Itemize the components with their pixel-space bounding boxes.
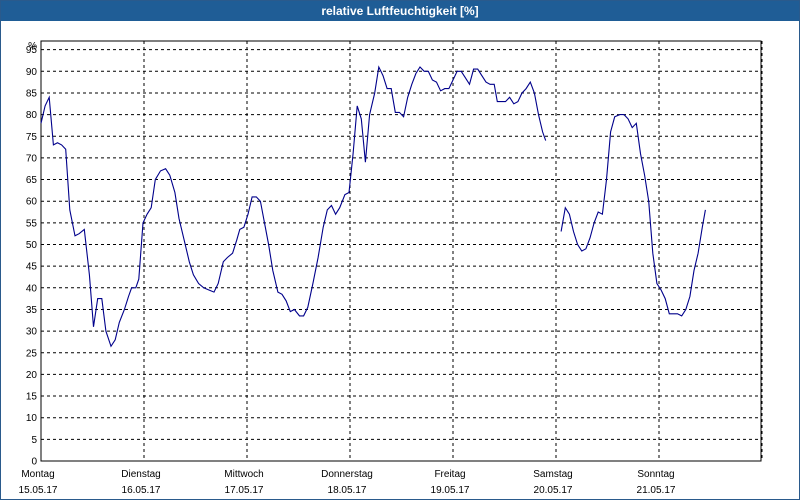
grid [41, 41, 763, 461]
x-tick-date: 15.05.17 [19, 485, 58, 496]
y-tick-label: 55 [26, 218, 38, 229]
y-tick-label: 35 [26, 305, 38, 316]
x-tick-day: Sonntag [637, 469, 674, 480]
x-tick-day: Mittwoch [224, 469, 263, 480]
y-tick-label: 50 [26, 240, 38, 251]
y-axis-ticks: 05101520253035404550556065707580859095 [26, 45, 38, 467]
y-tick-label: 40 [26, 283, 38, 294]
y-tick-label: 45 [26, 262, 38, 273]
y-tick-label: 5 [31, 435, 37, 446]
y-tick-label: 70 [26, 153, 38, 164]
series-humidity [40, 65, 706, 348]
y-tick-label: 85 [26, 88, 38, 99]
x-tick-date: 19.05.17 [431, 485, 470, 496]
y-tick-label: 30 [26, 327, 38, 338]
x-tick-day: Donnerstag [321, 469, 373, 480]
humidity-chart: 05101520253035404550556065707580859095 %… [19, 40, 763, 496]
y-tick-label: 20 [26, 370, 38, 381]
x-tick-date: 17.05.17 [225, 485, 264, 496]
y-tick-label: 0 [31, 457, 37, 468]
x-tick-day: Montag [21, 469, 54, 480]
y-tick-label: 15 [26, 392, 38, 403]
x-tick-day: Dienstag [121, 469, 160, 480]
y-tick-label: 90 [26, 67, 38, 78]
y-tick-label: 25 [26, 348, 38, 359]
x-tick-date: 16.05.17 [122, 485, 161, 496]
series-line-segment [40, 65, 547, 348]
x-tick-day: Samstag [533, 469, 572, 480]
x-tick-date: 18.05.17 [328, 485, 367, 496]
y-tick-label: 75 [26, 132, 38, 143]
y-axis-label: % [28, 41, 37, 52]
chart-window: relative Luftfeuchtigkeit [%] 0 5 10 15 20 25… [0, 0, 800, 500]
y-tick-label: 10 [26, 413, 38, 424]
x-tick-day: Freitag [434, 469, 465, 480]
x-tick-date: 20.05.17 [534, 485, 573, 496]
y-tick-label: 60 [26, 197, 38, 208]
series-line-segment [560, 114, 706, 317]
x-axis-ticks: Montag 15.05.17 Dienstag 16.05.17 Mittwoch 17… [19, 469, 676, 496]
x-tick-date: 21.05.17 [637, 485, 676, 496]
y-tick-label: 80 [26, 110, 38, 121]
y-tick-label: 65 [26, 175, 38, 186]
